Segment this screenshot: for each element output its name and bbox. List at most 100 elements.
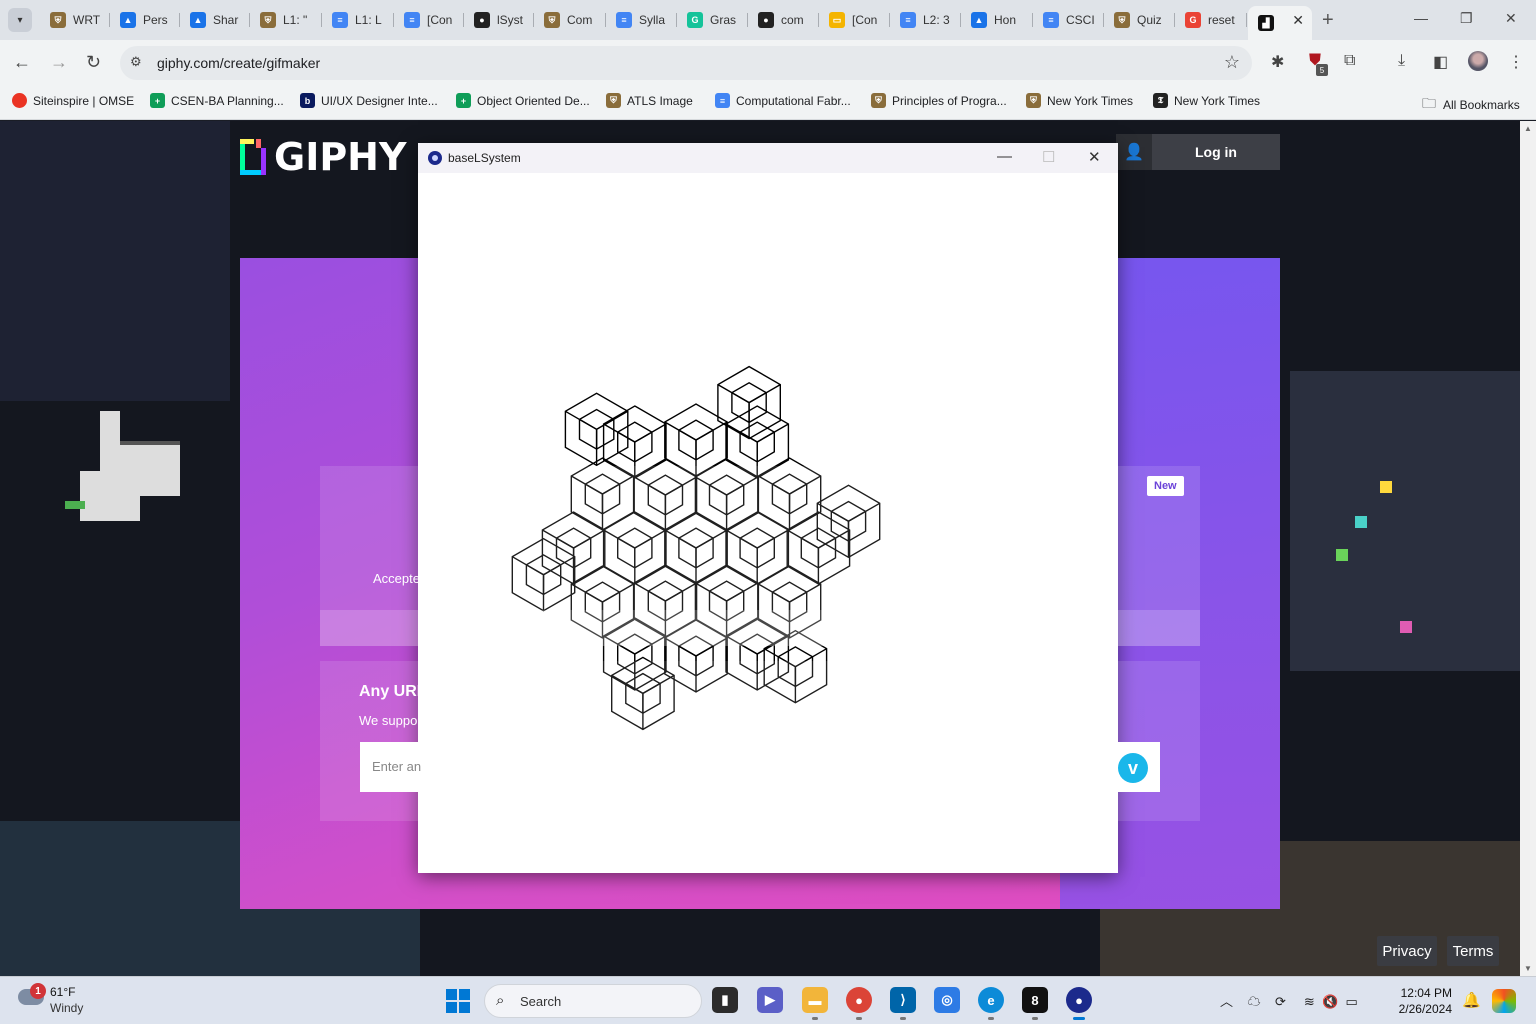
bookmark-item[interactable]: + Object Oriented De... [456,93,590,108]
bookmark-item[interactable]: ≡ Computational Fabr... [715,93,851,108]
upload-hint-text: Accepte [373,571,420,586]
extensions-puzzle-icon[interactable]: ⧉ [1344,52,1355,70]
menu-kebab-icon[interactable]: ⋮ [1508,52,1524,72]
tab-active[interactable]: ▟ ✕ [1248,6,1312,40]
scroll-up-icon[interactable]: ▲ [1524,124,1532,133]
tab[interactable]: ⛨ Com [534,6,606,34]
onedrive-icon[interactable]: ☁ [1247,994,1260,1009]
bookmark-item[interactable]: b UI/UX Designer Inte... [300,93,438,108]
extension-icon[interactable]: ✱ [1271,52,1284,72]
notification-bell-icon[interactable]: 🔔 [1462,991,1481,1009]
tab[interactable]: ≡ L1: L [322,6,394,34]
tab-favicon-icon: ● [474,12,490,28]
upload-panel[interactable]: Accepte New [320,466,1200,646]
window-close-button[interactable]: ✕ [1505,10,1517,27]
dev-app-icon[interactable]: 8 [1022,987,1048,1020]
window-minimize-button[interactable]: — [1414,10,1428,26]
close-tab-icon[interactable]: ✕ [1292,12,1304,29]
app-icon[interactable]: ◎ [934,987,960,1013]
tab[interactable]: ▲ Pers [110,6,180,34]
edge-icon[interactable]: e [978,987,1004,1020]
taskbar-search[interactable]: ⌕ Search [484,984,702,1018]
window-restore-button[interactable]: ❐ [1460,10,1473,27]
cube-shape [578,408,615,450]
tab-label: WRT [73,13,101,27]
sketch-maximize-button[interactable]: ☐ [1042,148,1055,166]
system-tray[interactable]: ︿ ☁ ⟳ ≋ 🔇 ▭ [1220,991,1358,1010]
clock[interactable]: 12:04 PM 2/26/2024 [1392,985,1452,1017]
bookmark-item[interactable]: + CSEN-BA Planning... [150,93,284,108]
reload-icon[interactable]: ↻ [86,52,101,73]
tab[interactable]: ≡ [Con [394,6,464,34]
tab[interactable]: Greset [1175,6,1247,34]
tab[interactable]: ⛨ L1: " [250,6,322,34]
bookmark-item[interactable]: Siteinspire | OMSE [12,93,134,108]
back-icon[interactable]: ← [13,52,31,73]
giphy-logo[interactable]: GIPHY [240,135,407,179]
tab-label: Hon [994,13,1017,27]
vscode-icon[interactable]: ⟩ [890,987,916,1020]
url-text[interactable]: giphy.com/create/gifmaker [157,55,320,71]
address-bar[interactable]: ⚙ giphy.com/create/gifmaker ☆ [120,46,1252,80]
giphy-logo-icon [240,139,266,175]
tab[interactable]: ● lSyst [464,6,534,34]
sync-icon[interactable]: ⟳ [1275,994,1286,1009]
scroll-down-icon[interactable]: ▼ [1524,964,1532,973]
taskbar-app-glyph: ● [855,992,863,1008]
tab[interactable]: ⛨ WRT [40,6,110,34]
windows-taskbar: 1 61°F Windy ⌕ Search ▮ ▶ ▬ ● ⟩ ◎ e 8 ● ︿ ☁ ⟳ ≋ … [0,976,1536,1024]
tab[interactable]: ▲ Shar [180,6,250,34]
bookmark-item[interactable]: ⛨ New York Times [1026,93,1133,108]
teams-icon[interactable]: ▶ [757,987,783,1013]
chevron-down-icon: ▾ [17,14,23,26]
download-icon[interactable]: ⤓ [1398,52,1405,70]
bookmark-favicon-icon: ⛨ [606,93,621,108]
files-icon[interactable]: ▬ [802,987,828,1020]
page-scrollbar[interactable]: ▲ ▼ [1520,121,1536,976]
all-bookmarks-button[interactable]: 🗀 All Bookmarks [1422,93,1520,117]
start-button[interactable] [446,989,470,1013]
giphy-wordmark: GIPHY [274,135,407,179]
forward-icon[interactable]: → [50,52,68,73]
side-panel-icon[interactable]: ◧ [1433,52,1448,72]
tab-search-button[interactable]: ▾ [8,8,32,32]
volume-muted-icon[interactable]: 🔇 [1322,994,1338,1009]
tab[interactable]: ≡ CSCI [1033,6,1104,34]
bookmark-star-icon[interactable]: ☆ [1224,52,1240,73]
tab[interactable]: ▭ [Con [819,6,890,34]
bookmark-label: New York Times [1047,93,1134,108]
sketch-close-button[interactable]: ✕ [1088,148,1101,166]
battery-icon[interactable]: ▭ [1345,994,1357,1009]
taskbar-app-glyph: ▬ [808,992,822,1008]
bookmark-item[interactable]: ⛨ ATLS Image [606,93,693,108]
tab[interactable]: ≡ L2: 3 [890,6,961,34]
new-tab-button[interactable]: + [1322,9,1334,32]
privacy-link[interactable]: Privacy [1377,936,1437,966]
chevron-up-icon[interactable]: ︿ [1220,994,1233,1009]
running-indicator [988,1017,994,1020]
tab[interactable]: ≡ Sylla [606,6,677,34]
running-indicator [1032,1017,1038,1020]
processing-icon[interactable]: ● [1066,987,1092,1020]
upload-panel-footer[interactable] [320,610,1200,646]
tab[interactable]: ⛨ Quiz [1104,6,1175,34]
tab-favicon-icon: ▲ [190,12,206,28]
sketch-title-bar[interactable]: baseLSystem — ☐ ✕ [418,143,1118,173]
profile-avatar[interactable] [1468,51,1488,71]
bookmark-item[interactable]: 𝕿 New York Times [1153,93,1260,108]
login-button[interactable]: 👤 Log in [1116,134,1280,170]
processing-app-icon [428,151,442,165]
sketch-minimize-button[interactable]: — [997,148,1012,165]
tab[interactable]: G Gras [677,6,748,34]
terms-link[interactable]: Terms [1447,936,1499,966]
tab[interactable]: ▲ Hon [961,6,1033,34]
tab-favicon-icon: ● [758,12,774,28]
copilot-icon[interactable] [1492,989,1516,1013]
site-info-icon[interactable]: ⚙ [130,54,142,70]
chrome-icon[interactable]: ● [846,987,872,1020]
url-input[interactable]: Enter an v [360,742,1160,792]
file-explorer-icon[interactable]: ▮ [712,987,738,1013]
bookmark-item[interactable]: ⛨ Principles of Progra... [871,93,1007,108]
wifi-icon[interactable]: ≋ [1304,994,1315,1009]
tab[interactable]: ● com [748,6,819,34]
